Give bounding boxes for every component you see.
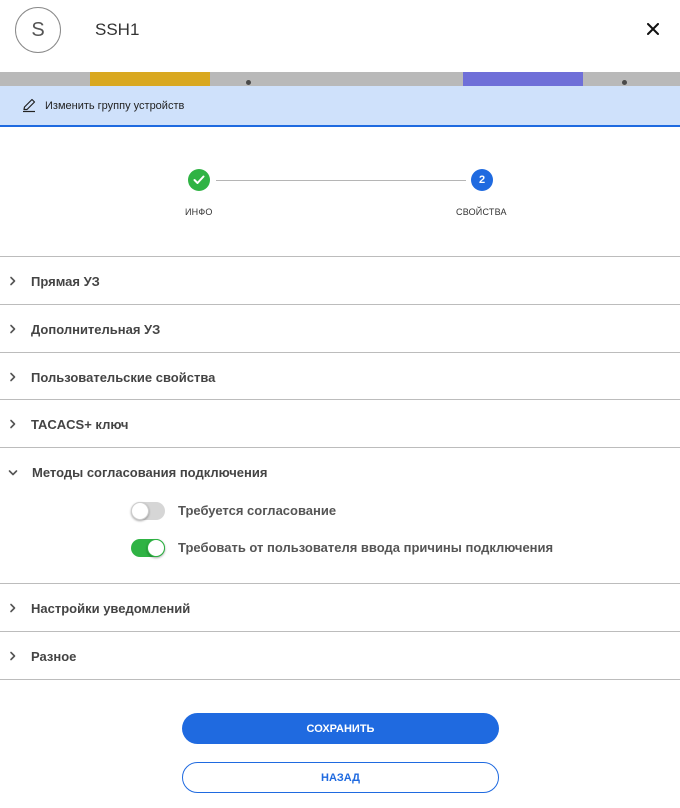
- edit-group-bar: Изменить группу устройств: [0, 86, 680, 127]
- chevron-right-icon: [10, 651, 16, 661]
- close-button[interactable]: [640, 16, 666, 42]
- save-button[interactable]: СОХРАНИТЬ: [182, 713, 499, 744]
- step-info-done[interactable]: [188, 169, 210, 191]
- toggle-knob: [147, 539, 165, 557]
- chevron-right-icon: [10, 324, 16, 334]
- background-dot: [246, 80, 251, 85]
- dialog-header: S SSH1: [0, 0, 680, 72]
- step-label-properties: СВОЙСТВА: [456, 207, 507, 217]
- pencil-icon: [23, 98, 36, 113]
- check-icon: [193, 175, 205, 184]
- toggle-row-approval-required: Требуется согласование: [130, 502, 670, 522]
- section-label: Настройки уведомлений: [31, 601, 191, 616]
- avatar-letter: S: [31, 18, 45, 41]
- close-icon: [647, 23, 659, 35]
- step-label-info: ИНФО: [185, 207, 213, 217]
- back-button[interactable]: НАЗАД: [182, 762, 499, 793]
- section-label: Методы согласования подключения: [32, 465, 268, 480]
- section-label: Пользовательские свойства: [31, 370, 216, 385]
- background-content: [0, 72, 680, 86]
- section-approval-methods[interactable]: Методы согласования подключения Требуетс…: [0, 447, 680, 583]
- chevron-right-icon: [10, 419, 16, 429]
- chevron-right-icon: [10, 603, 16, 613]
- dialog-title: SSH1: [95, 20, 140, 39]
- chevron-right-icon: [10, 372, 16, 382]
- section-direct-account[interactable]: Прямая УЗ: [0, 256, 680, 304]
- section-label: Прямая УЗ: [31, 274, 100, 289]
- section-label: TACACS+ ключ: [31, 417, 129, 432]
- section-custom-properties[interactable]: Пользовательские свойства: [0, 352, 680, 400]
- chevron-right-icon: [10, 276, 16, 286]
- chevron-down-icon: [8, 470, 18, 476]
- background-card-yellow: [90, 72, 210, 86]
- require-reason-toggle[interactable]: [131, 539, 165, 557]
- section-label: Разное: [31, 649, 77, 664]
- section-tacacs-key[interactable]: TACACS+ ключ: [0, 399, 680, 447]
- background-card-purple: [463, 72, 583, 86]
- section-misc[interactable]: Разное: [0, 631, 680, 679]
- step-properties-active[interactable]: 2: [471, 169, 493, 191]
- toggle-row-require-reason: Требовать от пользователя ввода причины …: [130, 539, 670, 559]
- avatar: S: [15, 7, 61, 53]
- edit-group-label: Изменить группу устройств: [45, 100, 185, 112]
- divider: [0, 679, 680, 680]
- toggle-label: Требовать от пользователя ввода причины …: [178, 540, 554, 555]
- step-number: 2: [478, 174, 486, 186]
- toggle-knob: [131, 502, 149, 520]
- stepper: 2 ИНФО СВОЙСТВА: [0, 160, 680, 240]
- section-notification-settings[interactable]: Настройки уведомлений: [0, 583, 680, 631]
- step-connector: [216, 180, 466, 181]
- background-dot: [622, 80, 627, 85]
- toggle-label: Требуется согласование: [178, 503, 337, 518]
- section-label: Дополнительная УЗ: [31, 322, 161, 337]
- section-additional-account[interactable]: Дополнительная УЗ: [0, 304, 680, 352]
- approval-required-toggle[interactable]: [131, 502, 165, 520]
